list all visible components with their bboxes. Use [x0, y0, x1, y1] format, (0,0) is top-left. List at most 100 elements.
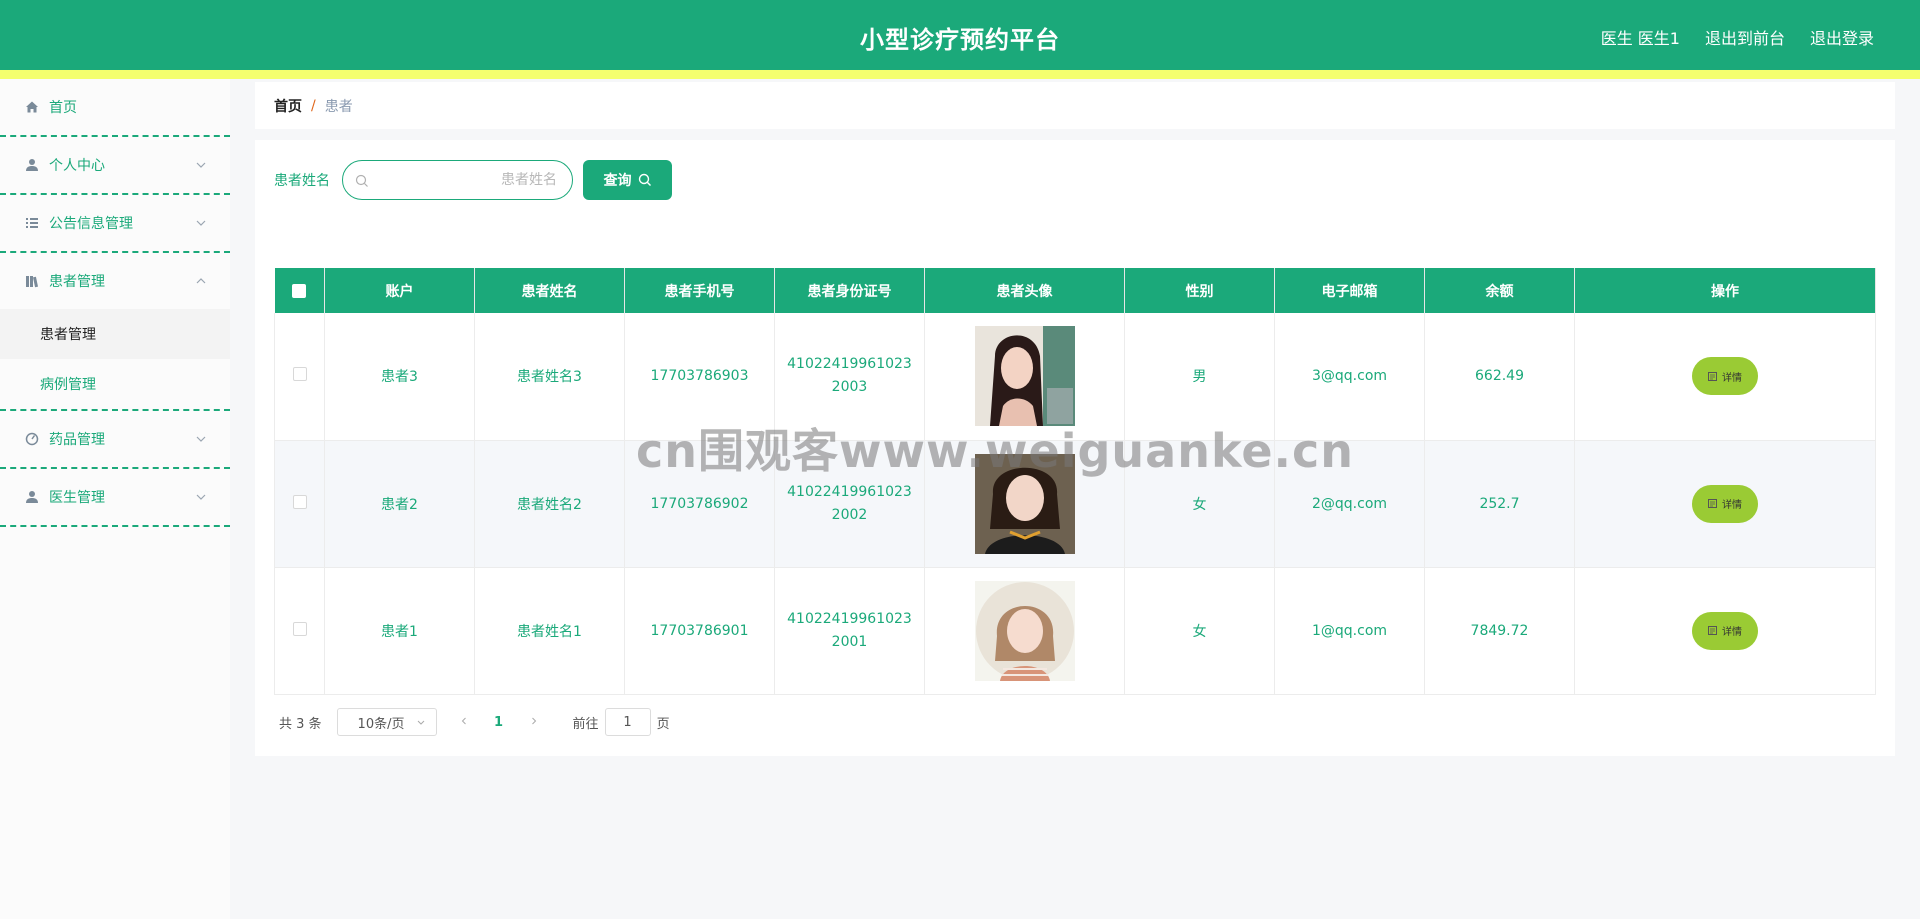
list-icon: [25, 216, 39, 230]
phone-cell: 17703786903: [624, 313, 775, 441]
action-cell: 详情: [1574, 440, 1876, 568]
search-icon: [355, 173, 369, 187]
chevron-down-icon: [194, 157, 208, 171]
row-select-cell[interactable]: [274, 567, 325, 695]
row-select-cell[interactable]: [274, 313, 325, 441]
sidebar-item-label: 药品管理: [49, 432, 105, 448]
logout-link[interactable]: 退出登录: [1810, 25, 1874, 49]
column-header: 患者姓名: [474, 268, 625, 313]
sidebar-item-patient-management[interactable]: 患者管理: [0, 253, 230, 309]
detail-button-label: 详情: [1722, 500, 1742, 511]
page-unit-label: 页: [656, 716, 670, 732]
table-row: 患者1 患者姓名1 17703786901 410224199610232001…: [274, 567, 1876, 695]
current-user-link[interactable]: 医生 医生1: [1601, 25, 1680, 49]
name-cell: 患者姓名2: [474, 440, 625, 568]
detail-button[interactable]: 详情: [1692, 484, 1758, 523]
sidebar-item-medicine-management[interactable]: 药品管理: [0, 411, 230, 469]
column-header: 账户: [324, 268, 475, 313]
header-stripe: [0, 70, 1920, 79]
chevron-down-icon: [194, 431, 208, 445]
email-cell: 3@qq.com: [1274, 313, 1425, 441]
gender-cell: 女: [1124, 567, 1275, 695]
action-cell: 详情: [1574, 313, 1876, 441]
sidebar-item-personal-center[interactable]: 个人中心: [0, 137, 230, 195]
patient-table: 账户 患者姓名 患者手机号 患者身份证号 患者头像 性别 电子邮箱 余额 操作 …: [274, 268, 1876, 695]
sidebar-subitem-cases[interactable]: 病例管理: [0, 359, 230, 409]
column-header: 操作: [1574, 268, 1876, 313]
document-icon: [1708, 499, 1717, 508]
column-header: 性别: [1124, 268, 1275, 313]
sidebar-item-label: 个人中心: [49, 158, 105, 174]
sidebar-item-label: 患者管理: [49, 274, 105, 290]
avatar-cell: [924, 313, 1125, 441]
table-row: 患者2 患者姓名2 17703786902 410224199610232002…: [274, 440, 1876, 568]
row-checkbox[interactable]: [292, 367, 307, 382]
chevron-up-icon: [194, 273, 208, 287]
action-cell: 详情: [1574, 567, 1876, 695]
top-links: 医生 医生1 退出到前台 退出登录: [1601, 25, 1874, 49]
breadcrumb-home[interactable]: 首页: [274, 96, 302, 116]
sidebar-item-label: 公告信息管理: [49, 216, 133, 232]
phone-cell: 17703786902: [624, 440, 775, 568]
query-button[interactable]: 查询: [583, 160, 672, 200]
row-select-cell[interactable]: [274, 440, 325, 568]
balance-cell: 252.7: [1424, 440, 1575, 568]
avatar: [974, 580, 1075, 681]
sidebar-item-label: 医生管理: [49, 490, 105, 506]
total-count: 共 3 条: [279, 716, 322, 732]
gender-cell: 女: [1124, 440, 1275, 568]
sidebar-item-doctor-management[interactable]: 医生管理: [0, 469, 230, 527]
back-to-frontend-link[interactable]: 退出到前台: [1705, 25, 1785, 49]
account-cell: 患者2: [324, 440, 475, 568]
sidebar-item-notice-management[interactable]: 公告信息管理: [0, 195, 230, 253]
table-row: 患者3 患者姓名3 17703786903 410224199610232003…: [274, 313, 1876, 441]
chevron-left-icon: [461, 717, 466, 724]
row-checkbox[interactable]: [292, 621, 307, 636]
sidebar: 首页 个人中心 公告信息管理 患者管理 患者管理 病例管理 药品管理 医生管理: [0, 79, 230, 919]
avatar-cell: [924, 567, 1125, 695]
phone-cell: 17703786901: [624, 567, 775, 695]
pagination: 共 3 条 10条/页 1 前往 页: [279, 708, 670, 736]
query-button-label: 查询: [603, 173, 632, 189]
search-label: 患者姓名: [274, 173, 330, 189]
breadcrumb-separator: /: [311, 97, 316, 114]
avatar: [974, 326, 1075, 427]
search-row: 患者姓名 查询: [274, 160, 672, 200]
sidebar-subitem-patients[interactable]: 患者管理: [0, 309, 230, 359]
column-header: 患者身份证号: [774, 268, 925, 313]
select-all-checkbox[interactable]: [292, 283, 307, 298]
document-icon: [1708, 626, 1717, 635]
column-header: 患者手机号: [624, 268, 775, 313]
user-icon: [25, 490, 39, 504]
detail-button[interactable]: 详情: [1692, 611, 1758, 650]
page-size-value: 10条/页: [357, 716, 405, 732]
column-header: 电子邮箱: [1274, 268, 1425, 313]
goto-page-input[interactable]: [604, 708, 651, 736]
search-icon: [638, 173, 651, 186]
page-size-select[interactable]: 10条/页: [336, 708, 437, 736]
row-checkbox[interactable]: [292, 494, 307, 509]
detail-button[interactable]: 详情: [1692, 357, 1758, 396]
detail-button-label: 详情: [1722, 627, 1742, 638]
id-card-cell: 410224199610232003: [774, 313, 925, 441]
page-number[interactable]: 1: [491, 715, 507, 730]
select-all-header[interactable]: [274, 268, 325, 313]
email-cell: 1@qq.com: [1274, 567, 1425, 695]
next-page-button[interactable]: [519, 715, 549, 730]
column-header: 患者头像: [924, 268, 1125, 313]
patient-name-input[interactable]: [377, 172, 557, 188]
column-header: 余额: [1424, 268, 1575, 313]
document-icon: [1708, 371, 1717, 381]
books-icon: [25, 274, 39, 288]
account-cell: 患者1: [324, 567, 475, 695]
name-cell: 患者姓名3: [474, 313, 625, 441]
balance-cell: 662.49: [1424, 313, 1575, 441]
table-header-row: 账户 患者姓名 患者手机号 患者身份证号 患者头像 性别 电子邮箱 余额 操作: [274, 268, 1876, 313]
breadcrumb-current: 患者: [324, 98, 353, 115]
chevron-right-icon: [531, 717, 536, 724]
search-box[interactable]: [342, 160, 573, 200]
id-card-cell: 410224199610232001: [774, 567, 925, 695]
prev-page-button[interactable]: [449, 715, 479, 730]
sidebar-item-home[interactable]: 首页: [0, 79, 230, 137]
detail-button-label: 详情: [1722, 372, 1742, 384]
